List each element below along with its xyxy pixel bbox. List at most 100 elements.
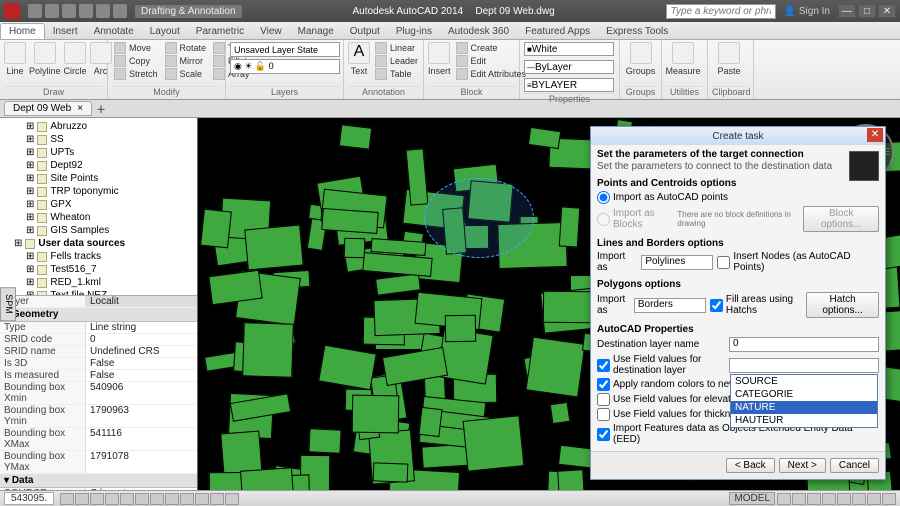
qat-print-icon[interactable] bbox=[113, 4, 127, 18]
dest-layer-select[interactable]: 0 bbox=[729, 337, 879, 352]
line-button[interactable]: Line bbox=[4, 42, 26, 76]
property-row[interactable]: Is 3DFalse bbox=[0, 358, 197, 370]
expand-icon[interactable]: ⊞ bbox=[26, 199, 34, 210]
layer-combo[interactable]: ◉ ☀ 🔓 0 bbox=[230, 59, 340, 74]
expand-icon[interactable]: ⊞ bbox=[26, 277, 34, 288]
leader-button[interactable]: Leader bbox=[373, 55, 420, 67]
expand-icon[interactable]: ⊞ bbox=[26, 134, 34, 145]
doc-tab-close-icon[interactable]: × bbox=[77, 103, 83, 114]
map-parcel[interactable] bbox=[558, 469, 585, 490]
hatch-options-button[interactable]: Hatch options... bbox=[806, 292, 879, 318]
sc-toggle[interactable] bbox=[210, 493, 224, 505]
use-field-thick-checkbox[interactable]: Use Field values for thickness bbox=[597, 408, 746, 421]
status-icon-2[interactable] bbox=[792, 493, 806, 505]
am-toggle[interactable] bbox=[225, 493, 239, 505]
scale-button[interactable]: Scale bbox=[163, 68, 209, 80]
otrack-toggle[interactable] bbox=[135, 493, 149, 505]
property-row[interactable]: Bounding box Ymin1790963 bbox=[0, 405, 197, 428]
property-row[interactable]: Bounding box YMax1791078 bbox=[0, 451, 197, 474]
measure-button[interactable]: Measure bbox=[666, 42, 700, 76]
tree-item[interactable]: ⊞GIS Samples bbox=[2, 224, 195, 237]
property-row[interactable]: Bounding box Xmin540906 bbox=[0, 382, 197, 405]
tab-output[interactable]: Output bbox=[342, 24, 388, 39]
expand-icon[interactable]: ⊞ bbox=[14, 238, 22, 249]
expand-icon[interactable]: ⊞ bbox=[26, 251, 34, 262]
dd-item-categorie[interactable]: CATEGORIE bbox=[731, 388, 877, 401]
workspace-switcher[interactable]: Drafting & Annotation bbox=[135, 5, 242, 18]
map-parcel[interactable] bbox=[559, 206, 581, 247]
grid-toggle[interactable] bbox=[75, 493, 89, 505]
property-row[interactable]: SRID code0 bbox=[0, 334, 197, 346]
qat-open-icon[interactable] bbox=[45, 4, 59, 18]
spm-palette-tab[interactable]: SPM bbox=[0, 287, 16, 321]
tree-item[interactable]: ⊞TRP toponymic bbox=[2, 185, 195, 198]
data-section[interactable]: ▾ Data bbox=[0, 474, 197, 488]
data-sources-tree[interactable]: ⊞Abruzzo⊞SS⊞UPTs⊞Dept92⊞Site Points⊞TRP … bbox=[0, 118, 197, 296]
status-icon-5[interactable] bbox=[837, 493, 851, 505]
status-icon-8[interactable] bbox=[882, 493, 896, 505]
layer-state-combo[interactable]: Unsaved Layer State bbox=[230, 42, 340, 57]
text-button[interactable]: AText bbox=[348, 42, 370, 76]
status-icon-6[interactable] bbox=[852, 493, 866, 505]
dd-item-source[interactable]: SOURCE bbox=[731, 375, 877, 388]
map-parcel[interactable] bbox=[549, 402, 570, 424]
minimize-button[interactable]: — bbox=[838, 4, 856, 18]
expand-icon[interactable]: ⊞ bbox=[26, 225, 34, 236]
qat-save-icon[interactable] bbox=[62, 4, 76, 18]
import-as-blocks-radio[interactable]: Import as Blocks bbox=[597, 208, 673, 230]
map-parcel[interactable] bbox=[375, 273, 421, 295]
create-block-button[interactable]: Create bbox=[454, 42, 529, 54]
property-row[interactable]: Is measuredFalse bbox=[0, 370, 197, 382]
map-parcel[interactable] bbox=[338, 125, 371, 150]
dialog-close-button[interactable]: ✕ bbox=[867, 128, 883, 142]
tab-a360[interactable]: Autodesk 360 bbox=[440, 24, 517, 39]
expand-icon[interactable]: ⊞ bbox=[26, 173, 34, 184]
map-parcel[interactable] bbox=[463, 415, 525, 472]
dyn-toggle[interactable] bbox=[150, 493, 164, 505]
dd-item-nature[interactable]: NATURE bbox=[731, 401, 877, 414]
circle-button[interactable]: Circle bbox=[64, 42, 87, 76]
stretch-button[interactable]: Stretch bbox=[112, 68, 160, 80]
help-search-input[interactable] bbox=[666, 4, 776, 19]
property-row[interactable]: TypeLine string bbox=[0, 322, 197, 334]
osnap-toggle[interactable] bbox=[120, 493, 134, 505]
new-doc-tab-icon[interactable]: ＋ bbox=[96, 101, 106, 116]
doc-tab[interactable]: Dept 09 Web× bbox=[4, 101, 92, 116]
map-parcel[interactable] bbox=[418, 407, 442, 437]
expand-icon[interactable]: ⊞ bbox=[26, 121, 34, 132]
color-combo[interactable]: ■ White bbox=[524, 42, 614, 56]
insert-nodes-checkbox[interactable]: Insert Nodes (as AutoCAD Points) bbox=[717, 251, 879, 273]
app-icon[interactable] bbox=[4, 3, 20, 19]
import-as-points-radio[interactable]: Import as AutoCAD points bbox=[597, 191, 728, 204]
linetype-combo[interactable]: — ByLayer bbox=[524, 60, 614, 74]
dd-item-hauteur[interactable]: HAUTEUR bbox=[731, 414, 877, 427]
field-layer-select[interactable]: SOURCE CATEGORIE NATURE HAUTEUR bbox=[729, 358, 879, 373]
maximize-button[interactable]: □ bbox=[858, 4, 876, 18]
expand-icon[interactable]: ⊞ bbox=[26, 186, 34, 197]
tree-item[interactable]: ⊞Dept92 bbox=[2, 159, 195, 172]
paste-button[interactable]: Paste bbox=[712, 42, 746, 76]
tpy-toggle[interactable] bbox=[180, 493, 194, 505]
tree-item[interactable]: ⊞Abruzzo bbox=[2, 120, 195, 133]
map-parcel[interactable] bbox=[242, 323, 294, 378]
qp-toggle[interactable] bbox=[195, 493, 209, 505]
map-parcel[interactable] bbox=[444, 315, 475, 342]
model-space-button[interactable]: MODEL bbox=[729, 492, 775, 505]
map-parcel[interactable] bbox=[528, 127, 561, 150]
next-button[interactable]: Next > bbox=[779, 458, 826, 473]
move-button[interactable]: Move bbox=[112, 42, 160, 54]
coordinates-readout[interactable]: 543095. bbox=[4, 492, 54, 505]
tab-layout[interactable]: Layout bbox=[142, 24, 188, 39]
field-layer-dropdown-list[interactable]: SOURCE CATEGORIE NATURE HAUTEUR bbox=[730, 374, 878, 428]
tab-parametric[interactable]: Parametric bbox=[188, 24, 252, 39]
polar-toggle[interactable] bbox=[105, 493, 119, 505]
expand-icon[interactable]: ⊞ bbox=[26, 264, 34, 275]
back-button[interactable]: < Back bbox=[726, 458, 775, 473]
close-button[interactable]: ✕ bbox=[878, 4, 896, 18]
polyline-button[interactable]: Polyline bbox=[29, 42, 61, 76]
tab-featured[interactable]: Featured Apps bbox=[517, 24, 598, 39]
tree-item[interactable]: ⊞SS bbox=[2, 133, 195, 146]
lineweight-combo[interactable]: ≡ BYLAYER bbox=[524, 78, 614, 92]
linear-dim-button[interactable]: Linear bbox=[373, 42, 420, 54]
map-parcel[interactable] bbox=[321, 208, 379, 234]
